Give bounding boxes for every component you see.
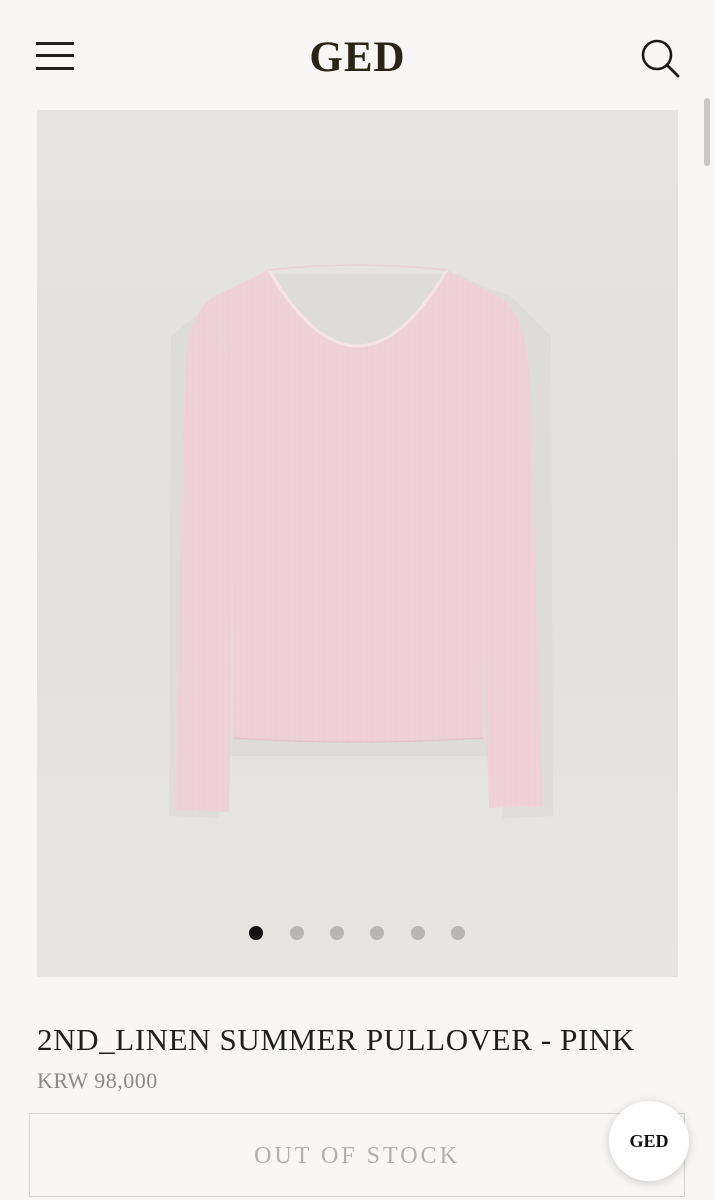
product-page: GED 2ND_LINEN SUMMER PULLOVER - PINK KRW…	[0, 0, 715, 1200]
carousel-indicator	[37, 926, 678, 942]
product-price: KRW 98,000	[37, 1068, 158, 1093]
site-header: GED	[0, 0, 715, 110]
product-image-carousel[interactable]	[37, 110, 678, 977]
carousel-dot-6[interactable]	[451, 926, 465, 940]
carousel-dot-3[interactable]	[330, 926, 344, 940]
carousel-dot-1[interactable]	[249, 926, 263, 940]
carousel-dot-5[interactable]	[411, 926, 425, 940]
site-logo[interactable]: GED	[0, 30, 715, 86]
chat-button[interactable]: GED	[609, 1101, 689, 1181]
product-photo	[169, 264, 553, 818]
carousel-dot-4[interactable]	[370, 926, 384, 940]
carousel-dot-2[interactable]	[290, 926, 304, 940]
search-icon[interactable]	[638, 36, 682, 80]
product-title: 2ND_LINEN SUMMER PULLOVER - PINK	[37, 1022, 635, 1057]
page-scrollbar[interactable]	[704, 98, 710, 166]
out-of-stock-button[interactable]: OUT OF STOCK	[29, 1113, 685, 1197]
